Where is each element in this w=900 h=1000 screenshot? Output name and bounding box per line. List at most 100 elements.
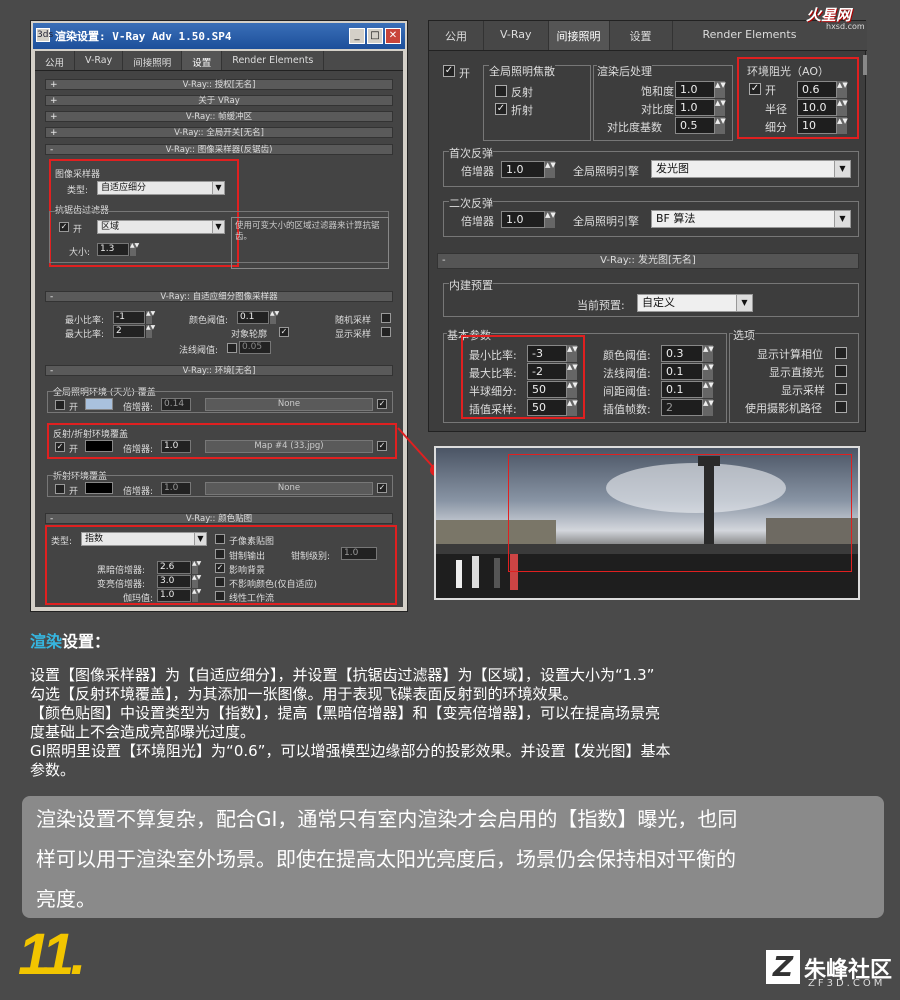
- spinner-arrows-icon[interactable]: ▲▼: [703, 345, 714, 362]
- bright-mult-input[interactable]: 3.0: [157, 575, 191, 588]
- tab-common[interactable]: 公用: [35, 51, 76, 70]
- interp-frames-input[interactable]: 2: [661, 399, 703, 416]
- clamp-level-input[interactable]: 1.0: [341, 547, 377, 560]
- random-sample-checkbox[interactable]: [381, 313, 391, 323]
- tab-gi[interactable]: 间接照明: [123, 51, 183, 70]
- gi-env-color-swatch[interactable]: [85, 398, 113, 410]
- minimize-button[interactable]: _: [349, 28, 365, 44]
- no-affect-color-checkbox[interactable]: [215, 577, 225, 587]
- gi-tab-render-elements[interactable]: Render Elements: [673, 21, 827, 50]
- spinner-arrows-icon[interactable]: ▲▼: [567, 345, 578, 362]
- rollout-about[interactable]: + 关于 VRay: [45, 95, 393, 106]
- maximize-button[interactable]: □: [367, 28, 383, 44]
- sb-mult-input[interactable]: 1.0: [501, 211, 545, 228]
- gi-env-map-checkbox[interactable]: ✓: [377, 399, 387, 409]
- pb-mult-input[interactable]: 1.0: [501, 161, 545, 178]
- saturation-input[interactable]: 1.0: [675, 81, 715, 98]
- refl-env-mult-input[interactable]: 1.0: [161, 440, 191, 453]
- rollout-image-sampler[interactable]: - V-Ray:: 图像采样器(反锯齿): [45, 144, 393, 155]
- ao-amount-input[interactable]: 0.6: [797, 81, 837, 98]
- gi-tab-vray[interactable]: V-Ray: [484, 21, 549, 50]
- contrast-input[interactable]: 1.0: [675, 99, 715, 116]
- spinner-arrows-icon[interactable]: ▲▼: [129, 243, 139, 256]
- spinner-arrows-icon[interactable]: ▲▼: [715, 99, 726, 116]
- ao-subdivs-input[interactable]: 10: [797, 117, 837, 134]
- rollout-irradiance-map[interactable]: - V-Ray:: 发光图[无名]: [437, 253, 859, 269]
- rollout-environment[interactable]: - V-Ray:: 环境[无名]: [45, 365, 393, 376]
- refr-env-map-checkbox[interactable]: ✓: [377, 483, 387, 493]
- spinner-arrows-icon[interactable]: ▲▼: [545, 161, 556, 178]
- hsph-subdivs-input[interactable]: 50: [527, 381, 567, 398]
- spinner-arrows-icon[interactable]: ▲▼: [715, 81, 726, 98]
- spinner-arrows-icon[interactable]: ▲▼: [837, 117, 848, 134]
- refl-env-checkbox[interactable]: ✓: [55, 442, 65, 452]
- clamp-checkbox[interactable]: [215, 549, 225, 559]
- spinner-arrows-icon[interactable]: ▲▼: [145, 325, 155, 338]
- rollout-adaptive[interactable]: - V-Ray:: 自适应细分图像采样器: [45, 291, 393, 302]
- show-samples-checkbox[interactable]: [381, 327, 391, 337]
- gi-tab-settings[interactable]: 设置: [610, 21, 673, 50]
- rollout-color-mapping[interactable]: - V-Ray:: 颜色贴图: [45, 513, 393, 524]
- spinner-arrows-icon[interactable]: ▲▼: [269, 311, 279, 324]
- rollout-license[interactable]: + V-Ray:: 授权[无名]: [45, 79, 393, 90]
- refract-checkbox[interactable]: ✓: [495, 103, 507, 115]
- spinner-arrows-icon[interactable]: ▲▼: [545, 211, 556, 228]
- im-normal-threshold-input[interactable]: 0.1: [661, 363, 703, 380]
- show-direct-light-checkbox[interactable]: [835, 365, 847, 377]
- spinner-arrows-icon[interactable]: ▲▼: [703, 399, 714, 416]
- ao-on-checkbox[interactable]: ✓: [749, 83, 761, 95]
- object-outline-checkbox[interactable]: ✓: [279, 327, 289, 337]
- gi-env-checkbox[interactable]: [55, 400, 65, 410]
- normal-threshold-checkbox[interactable]: [227, 343, 237, 353]
- spinner-arrows-icon[interactable]: ▲▼: [567, 399, 578, 416]
- spinner-arrows-icon[interactable]: ▲▼: [145, 311, 155, 324]
- interp-samples-input[interactable]: 50: [527, 399, 567, 416]
- im-color-threshold-input[interactable]: 0.3: [661, 345, 703, 362]
- im-show-samples-checkbox[interactable]: [835, 383, 847, 395]
- rollout-global-switches[interactable]: + V-Ray:: 全局开关[无名]: [45, 127, 393, 138]
- spinner-arrows-icon[interactable]: ▲▼: [191, 575, 201, 588]
- contrast-base-input[interactable]: 0.5: [675, 117, 715, 134]
- subpixel-checkbox[interactable]: [215, 534, 225, 544]
- min-rate-input[interactable]: -1: [113, 311, 145, 324]
- im-dist-threshold-input[interactable]: 0.1: [661, 381, 703, 398]
- refl-env-color-swatch[interactable]: [85, 440, 113, 452]
- tab-render-elements[interactable]: Render Elements: [222, 51, 325, 70]
- tab-settings[interactable]: 设置: [182, 51, 223, 70]
- close-button[interactable]: ✕: [385, 28, 401, 44]
- sb-engine-dropdown[interactable]: BF 算法 ▼: [651, 210, 851, 228]
- dark-mult-input[interactable]: 2.6: [157, 561, 191, 574]
- im-min-rate-input[interactable]: -3: [527, 345, 567, 362]
- normal-threshold-input[interactable]: 0.05: [239, 341, 271, 354]
- spinner-arrows-icon[interactable]: ▲▼: [837, 99, 848, 116]
- tab-vray[interactable]: V-Ray: [75, 51, 124, 70]
- spinner-arrows-icon[interactable]: ▲▼: [703, 363, 714, 380]
- camera-path-checkbox[interactable]: [835, 401, 847, 413]
- scrollbar-thumb[interactable]: [863, 55, 867, 75]
- refr-env-checkbox[interactable]: [55, 484, 65, 494]
- gi-on-checkbox[interactable]: ✓: [443, 65, 455, 77]
- pb-engine-dropdown[interactable]: 发光图 ▼: [651, 160, 851, 178]
- sampler-type-dropdown[interactable]: 自适应细分 ▼: [97, 181, 225, 195]
- ao-radius-input[interactable]: 10.0: [797, 99, 837, 116]
- spinner-arrows-icon[interactable]: ▲▼: [567, 381, 578, 398]
- refl-env-map-checkbox[interactable]: ✓: [377, 441, 387, 451]
- refr-env-map-button[interactable]: None: [205, 482, 373, 495]
- preset-dropdown[interactable]: 自定义 ▼: [637, 294, 753, 312]
- refr-env-mult-input[interactable]: 1.0: [161, 482, 191, 495]
- spinner-arrows-icon[interactable]: ▲▼: [567, 363, 578, 380]
- gi-tab-common[interactable]: 公用: [429, 21, 484, 50]
- show-calc-phase-checkbox[interactable]: [835, 347, 847, 359]
- max-rate-input[interactable]: 2: [113, 325, 145, 338]
- aa-filter-checkbox[interactable]: ✓: [59, 222, 69, 232]
- gi-env-mult-input[interactable]: 0.14: [161, 398, 191, 411]
- refl-env-map-button[interactable]: Map #4 (33.jpg): [205, 440, 373, 453]
- refr-env-color-swatch[interactable]: [85, 482, 113, 494]
- color-threshold-input[interactable]: 0.1: [237, 311, 269, 324]
- spinner-arrows-icon[interactable]: ▲▼: [191, 589, 201, 602]
- spinner-arrows-icon[interactable]: ▲▼: [837, 81, 848, 98]
- rollout-framebuffer[interactable]: + V-Ray:: 帧缓冲区: [45, 111, 393, 122]
- spinner-arrows-icon[interactable]: ▲▼: [715, 117, 726, 134]
- cm-type-dropdown[interactable]: 指数 ▼: [81, 532, 207, 546]
- gi-env-map-button[interactable]: None: [205, 398, 373, 411]
